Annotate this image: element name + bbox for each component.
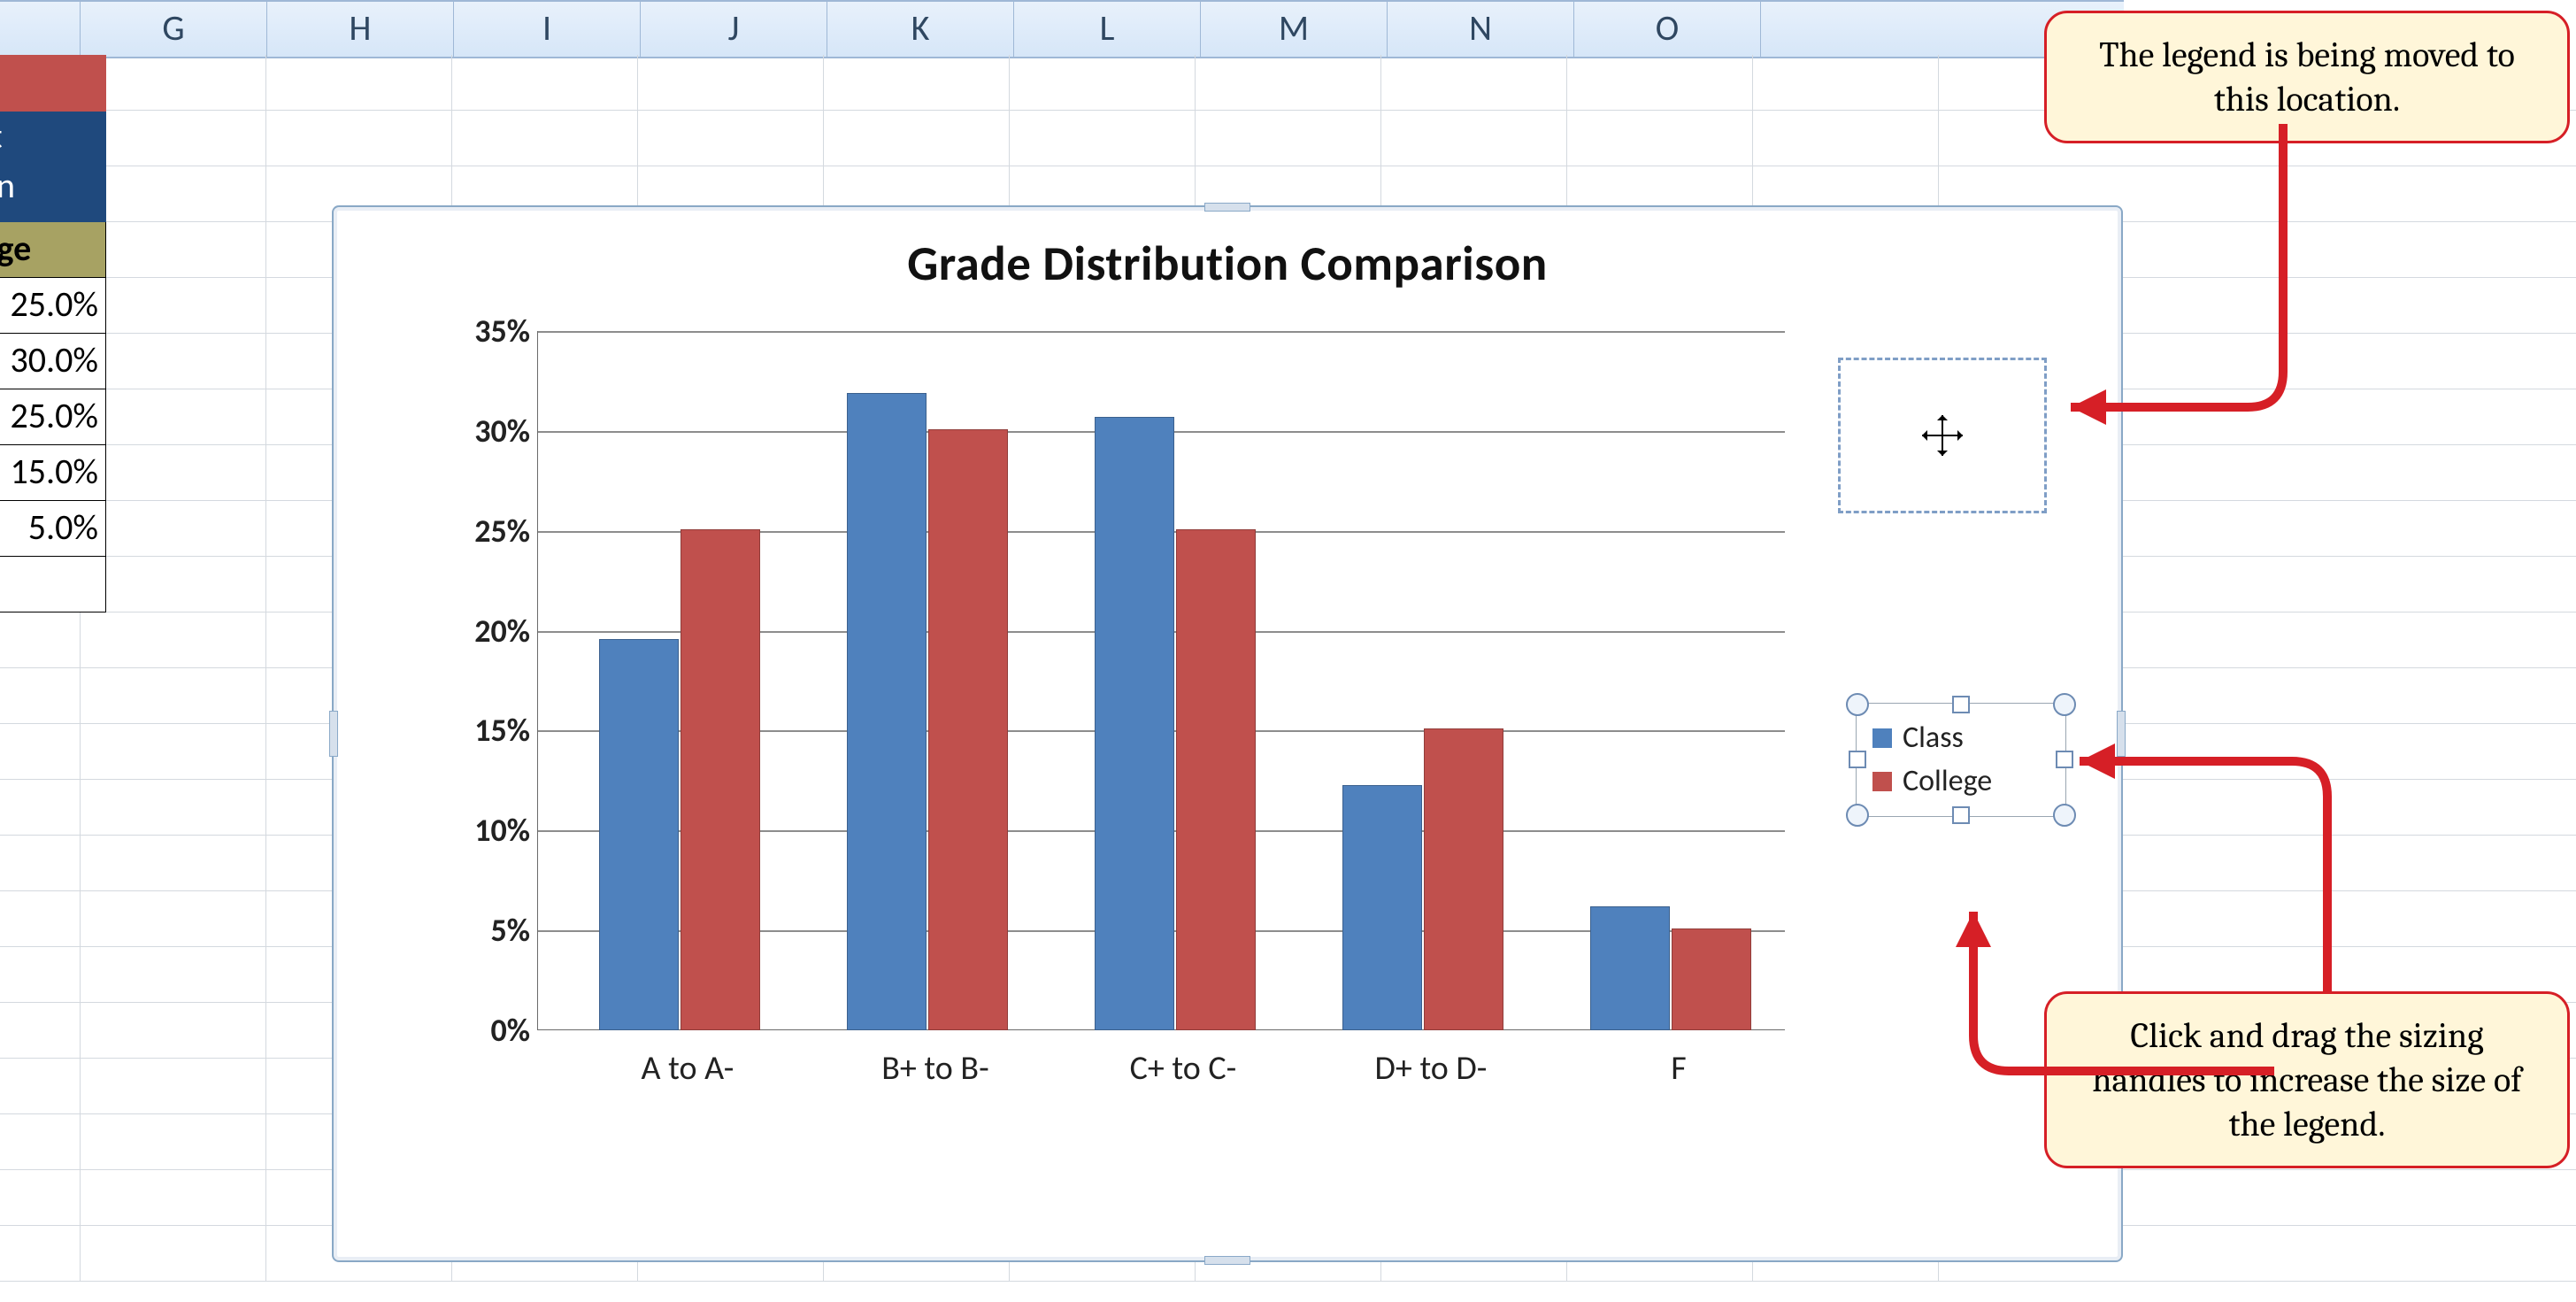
arrow-to-legend-bottom: [1885, 850, 2310, 1089]
bar-college[interactable]: [1176, 529, 1256, 1030]
col-header[interactable]: L: [1014, 2, 1201, 57]
bar-class[interactable]: [1095, 417, 1174, 1030]
cell-value[interactable]: 30.0%: [0, 334, 106, 389]
partial-data-cells: ton llege 25.0% 30.0% 25.0% 15.0% 5.0%: [0, 55, 106, 612]
y-tick-label: 25%: [433, 512, 530, 551]
bar-class[interactable]: [1590, 906, 1670, 1030]
legend-drop-target[interactable]: [1838, 358, 2047, 513]
x-tick-label: C+ to C-: [1068, 1048, 1298, 1089]
embedded-chart[interactable]: Grade Distribution Comparison A to A- B+ …: [332, 205, 2123, 1262]
x-tick-label: A to A-: [573, 1048, 803, 1089]
y-tick-label: 35%: [433, 312, 530, 351]
cell-value[interactable]: 5.0%: [0, 501, 106, 557]
bars-container: [537, 331, 1785, 1030]
col-header[interactable]: O: [1574, 2, 1761, 57]
bar-class[interactable]: [1342, 785, 1422, 1030]
legend-handle-nw[interactable]: [1846, 693, 1869, 716]
col-header[interactable]: N: [1388, 2, 1574, 57]
legend-label: College: [1903, 759, 1992, 803]
col-header[interactable]: K: [827, 2, 1014, 57]
x-tick-label: B+ to B-: [820, 1048, 1050, 1089]
y-tick-label: 15%: [433, 711, 530, 750]
cell-empty[interactable]: [0, 557, 106, 612]
legend-swatch-icon: [1872, 728, 1892, 748]
bar-class[interactable]: [847, 393, 927, 1030]
bar-college[interactable]: [681, 529, 760, 1030]
plot-area[interactable]: A to A-B+ to B-C+ to C-D+ to D-F 0%5%10%…: [431, 331, 1785, 1101]
legend-handle-s[interactable]: [1952, 806, 1970, 824]
legend-swatch-icon: [1872, 772, 1892, 791]
legend-handle-n[interactable]: [1952, 696, 1970, 713]
chart-title[interactable]: Grade Distribution Comparison: [334, 234, 2121, 293]
y-tick-label: 0%: [433, 1011, 530, 1050]
y-tick-label: 10%: [433, 811, 530, 850]
y-tick-label: 20%: [433, 612, 530, 651]
legend-handle-sw[interactable]: [1846, 804, 1869, 827]
col-header[interactable]: I: [454, 2, 641, 57]
bar-college[interactable]: [1672, 928, 1751, 1030]
move-cursor-icon: [1922, 415, 1963, 456]
col-header[interactable]: M: [1201, 2, 1388, 57]
x-axis-labels: A to A-B+ to B-C+ to C-D+ to D-F: [537, 1039, 1785, 1101]
legend-handle-ne[interactable]: [2053, 693, 2076, 716]
legend-handle-w[interactable]: [1849, 751, 1866, 768]
col-header[interactable]: G: [81, 2, 267, 57]
cell-header-fragment: ton: [0, 112, 106, 222]
cell-value[interactable]: 25.0%: [0, 278, 106, 334]
bar-college[interactable]: [928, 429, 1008, 1030]
cell-color-swatch: [0, 55, 106, 112]
cell-value[interactable]: 25.0%: [0, 389, 106, 445]
column-headers: F G H I J K L M N O: [0, 0, 2124, 58]
legend-label: Class: [1903, 716, 1964, 759]
col-header[interactable]: J: [641, 2, 827, 57]
bar-class[interactable]: [599, 639, 679, 1030]
bar-college[interactable]: [1424, 728, 1503, 1030]
y-tick-label: 30%: [433, 412, 530, 451]
col-header[interactable]: H: [267, 2, 454, 57]
y-tick-label: 5%: [433, 911, 530, 950]
cell-value[interactable]: 15.0%: [0, 445, 106, 501]
cell-subheader-fragment: llege: [0, 222, 106, 278]
arrow-to-drop-target: [2018, 115, 2327, 487]
col-header[interactable]: F: [0, 2, 81, 57]
x-tick-label: F: [1564, 1048, 1794, 1089]
x-tick-label: D+ to D-: [1316, 1048, 1546, 1089]
